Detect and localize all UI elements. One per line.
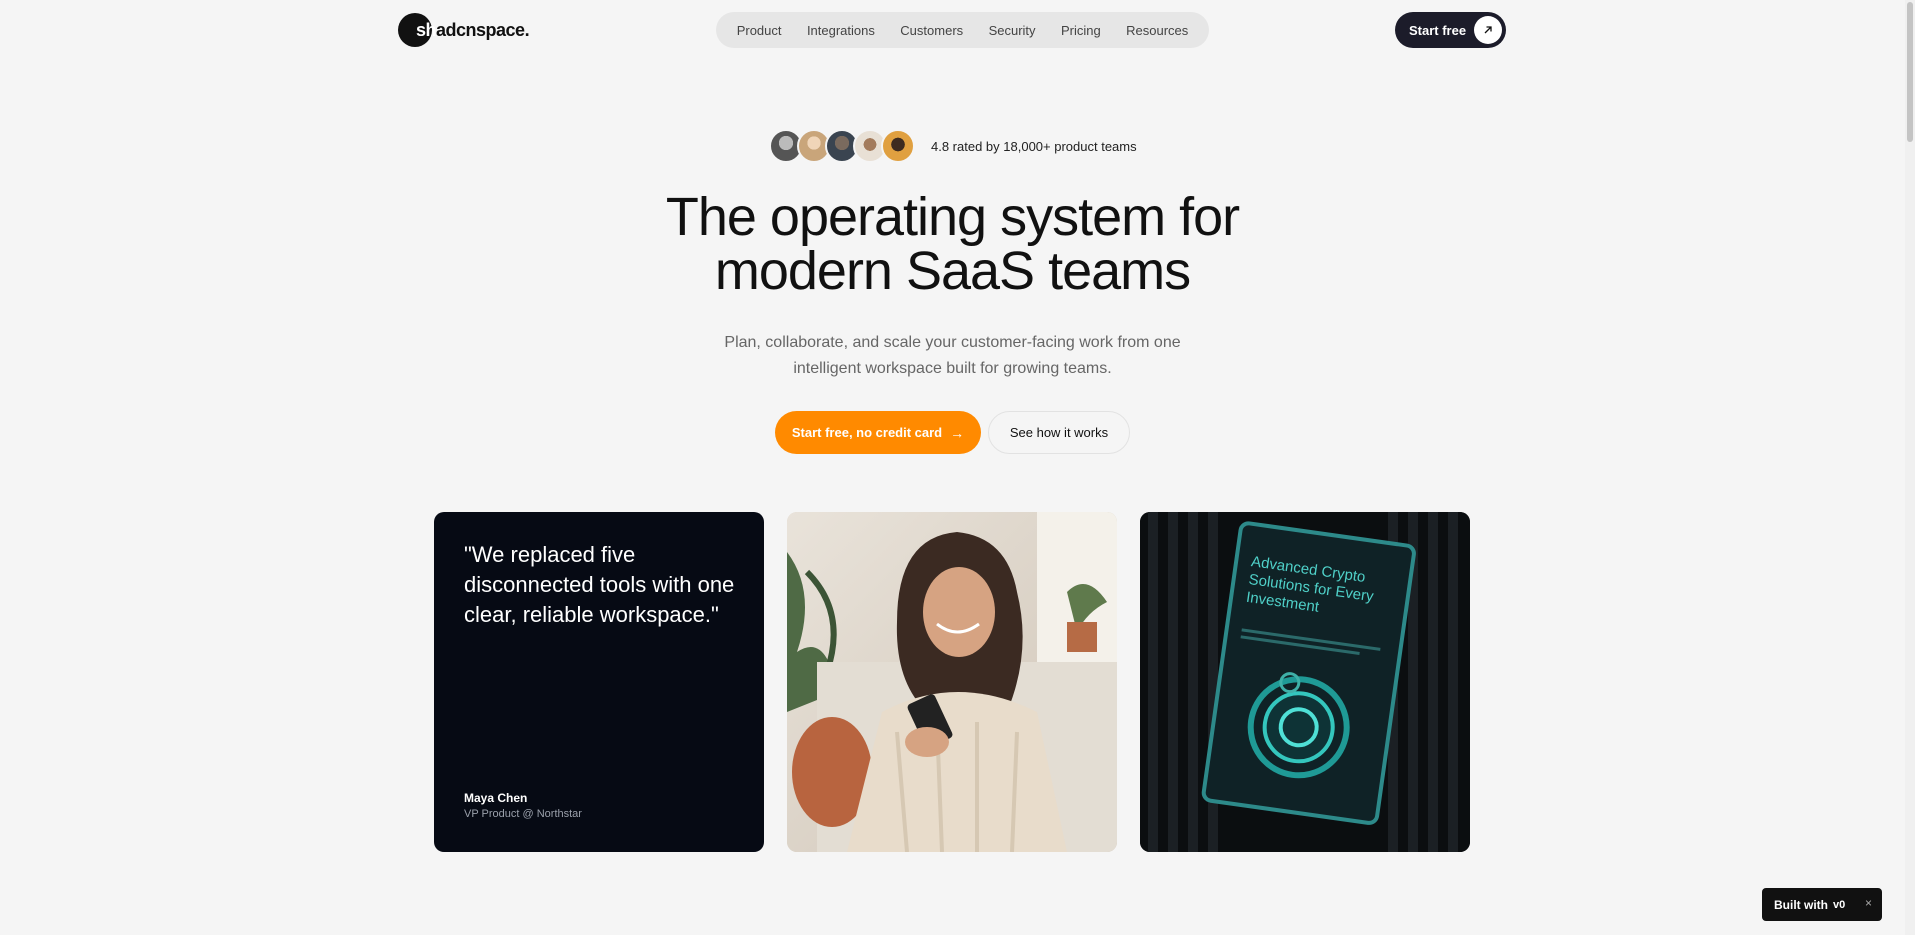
testimonial-role: VP Product @ Northstar [464,808,582,820]
main-nav: Product Integrations Customers Security … [716,12,1209,48]
woman-with-phone-image [787,512,1117,852]
poster-illustration: Advanced Crypto Solutions for Every Inve… [1140,512,1470,852]
logo-text: shadcnspace. [416,19,530,40]
nav-item-product[interactable]: Product [731,19,788,42]
photo-illustration [787,512,1117,852]
hero-subtitle-line: Plan, collaborate, and scale your custom… [724,334,1181,351]
avatar-group [769,129,915,163]
arrow-right-icon: → [950,424,965,441]
start-free-button[interactable]: Start free [1395,12,1506,48]
hero-title-line: modern SaaS teams [714,241,1191,301]
hero-title: The operating system for modern SaaS tea… [0,190,1905,298]
nav-item-integrations[interactable]: Integrations [801,19,881,42]
nav-item-pricing[interactable]: Pricing [1055,19,1107,42]
rating-text: 4.8 rated by 18,000+ product teams [931,138,1137,154]
testimonial-card: "We replaced five disconnected tools wit… [434,512,764,852]
primary-cta-label: Start free, no credit card [791,425,943,440]
secondary-cta-label: See how it works [1009,425,1109,440]
arrow-up-right-icon [1474,16,1502,44]
start-free-label: Start free [1409,22,1467,38]
logo[interactable]: shadcnspace. [398,12,530,48]
scrollbar-thumb[interactable] [1907,2,1913,142]
built-with-badge[interactable]: Built with v0 × [1762,888,1882,921]
nav-item-customers[interactable]: Customers [894,19,969,42]
close-icon[interactable]: × [1865,896,1872,910]
start-free-no-credit-card-button[interactable]: Start free, no credit card → [775,411,981,454]
hero-subtitle: Plan, collaborate, and scale your custom… [0,330,1905,382]
hero-subtitle-line: intelligent workspace built for growing … [793,360,1112,377]
site-header: shadcnspace. Product Integrations Custom… [0,0,1915,60]
v0-logo-icon: v0 [1833,898,1846,911]
hero-title-line: The operating system for [665,187,1240,247]
nav-item-security[interactable]: Security [983,19,1042,42]
page-scrollbar[interactable] [1905,0,1915,935]
see-how-it-works-button[interactable]: See how it works [988,411,1130,454]
crypto-poster-image: Advanced Crypto Solutions for Every Inve… [1140,512,1470,852]
rating-row: 4.8 rated by 18,000+ product teams [769,128,1137,164]
testimonial-quote: "We replaced five disconnected tools wit… [464,542,735,627]
built-with-label: Built with [1774,897,1828,912]
testimonial-name: Maya Chen [464,791,528,805]
avatar [881,129,915,163]
nav-item-resources[interactable]: Resources [1120,19,1194,42]
